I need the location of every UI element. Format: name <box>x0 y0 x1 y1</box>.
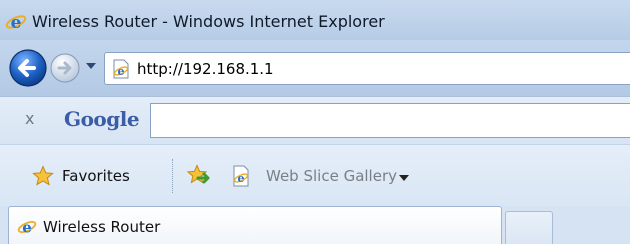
svg-text:e: e <box>22 219 32 237</box>
internet-explorer-icon: e <box>17 219 37 237</box>
internet-explorer-page-icon: e <box>233 165 249 187</box>
add-favorite-icon[interactable] <box>186 164 212 188</box>
address-input[interactable] <box>137 58 617 80</box>
navigation-bar: e <box>0 40 630 96</box>
title-bar: e Wireless Router - Windows Internet Exp… <box>0 0 630 40</box>
history-dropdown-icon[interactable] <box>86 63 96 69</box>
back-arrow-icon[interactable] <box>8 48 48 88</box>
internet-explorer-page-icon: e <box>113 59 129 79</box>
svg-text:e: e <box>11 13 22 33</box>
tab-wireless-router[interactable]: e Wireless Router <box>8 206 502 244</box>
web-slice-gallery-button[interactable]: e Web Slice Gallery <box>230 162 420 190</box>
web-slice-gallery-label: Web Slice Gallery <box>266 167 397 185</box>
window-title: Wireless Router - Windows Internet Explo… <box>32 12 385 31</box>
favorites-button[interactable]: Favorites <box>22 162 148 190</box>
address-bar[interactable]: e <box>104 52 630 85</box>
forward-arrow-icon[interactable] <box>49 52 81 84</box>
star-icon <box>32 165 54 186</box>
toolbar-divider <box>172 159 174 193</box>
tab-label: Wireless Router <box>43 218 161 236</box>
google-toolbar: x Google <box>0 96 630 144</box>
close-toolbar-icon[interactable]: x <box>25 111 39 127</box>
svg-text:e: e <box>118 65 125 78</box>
favorites-bar: Favorites e Web Slice Gallery <box>0 144 630 206</box>
svg-text:e: e <box>238 172 245 185</box>
tab-strip: e Wireless Router <box>0 206 630 244</box>
google-logo: Google <box>64 107 140 131</box>
google-search-input[interactable] <box>150 103 630 138</box>
chevron-down-icon <box>399 175 409 181</box>
internet-explorer-icon: e <box>5 13 27 33</box>
new-tab-button[interactable] <box>505 211 553 244</box>
favorites-label: Favorites <box>62 167 130 185</box>
